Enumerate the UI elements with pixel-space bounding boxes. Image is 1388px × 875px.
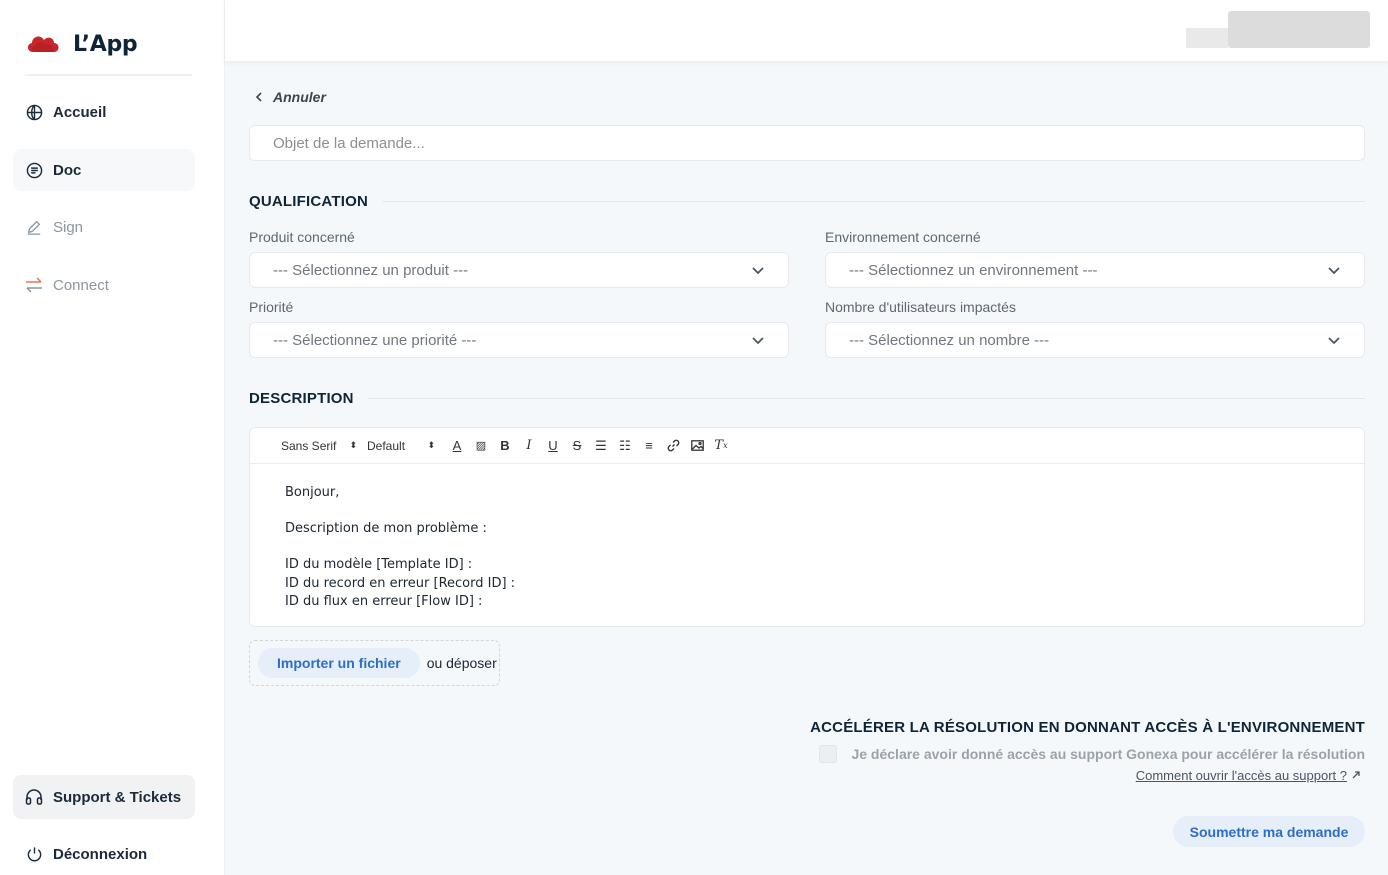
app-name: L’App [73,32,138,57]
sidebar-item-label: Accueil [53,103,107,121]
sidebar-item-doc[interactable]: Doc [13,149,195,191]
description-heading: DESCRIPTION [249,390,1365,407]
file-dropzone[interactable]: Importer un fichier ou déposer [249,640,500,686]
align-icon[interactable]: ≡ [637,436,661,456]
app-logo[interactable]: L’App [25,30,138,59]
font-size-select[interactable]: Default ⬍ [367,439,435,453]
sidebar-item-label: Sign [53,218,84,236]
editor-line: Description de mon problème : [285,521,487,537]
strikethrough-icon[interactable]: S [565,436,589,456]
sidebar-item-accueil[interactable]: Accueil [13,91,195,133]
environment-select[interactable]: --- Sélectionnez un environnement --- [825,252,1365,288]
sidebar: L’App Accueil Doc Sign Connect Support &… [0,0,225,875]
environment-select-value: --- Sélectionnez un environnement --- [849,261,1098,279]
editor-line: Bonjour, [285,485,340,500]
background-color-icon[interactable]: ▨ [469,436,493,456]
pen-icon [25,218,43,236]
section-divider [381,201,1365,202]
chevron-down-icon [1327,333,1341,347]
editor-line: ID du modèle [Template ID] : [285,557,473,573]
clear-format-icon[interactable]: Tx [709,436,733,456]
cancel-label: Annuler [273,89,326,105]
user-menu-redacted[interactable] [1228,11,1370,48]
sidebar-item-support[interactable]: Support & Tickets [13,775,195,819]
cancel-link[interactable]: Annuler [255,89,326,105]
priority-label: Priorité [249,299,294,315]
editor-line: ID du flux en erreur [Flow ID] : [285,593,483,609]
users-select-value: --- Sélectionnez un nombre --- [849,331,1050,349]
external-link-icon [1351,768,1361,783]
cloud-logo-icon [25,30,61,59]
doc-circle-icon [25,161,43,179]
access-checkbox-label: Je déclare avoir donné accès au support … [851,746,1365,762]
submit-button[interactable]: Soumettre ma demande [1173,816,1365,847]
access-checkbox[interactable] [819,745,838,763]
text-color-icon[interactable]: A [445,436,469,456]
sidebar-item-logout[interactable]: Déconnexion [13,833,195,875]
users-select[interactable]: --- Sélectionnez un nombre --- [825,322,1365,358]
product-label: Produit concerné [249,229,355,245]
italic-icon[interactable]: I [517,436,541,456]
priority-select-value: --- Sélectionnez une priorité --- [273,331,477,349]
subject-input[interactable]: Objet de la demande... [249,125,1365,161]
font-family-select[interactable]: Sans Serif ⬍ [281,439,357,453]
bullet-list-icon[interactable]: ☰ [589,436,613,456]
product-select[interactable]: --- Sélectionnez un produit --- [249,252,789,288]
font-family-value: Sans Serif [281,438,337,453]
editor-line: ID du record en erreur [Record ID] : [285,575,516,591]
section-title-text: QUALIFICATION [249,193,368,210]
section-divider [367,398,1365,399]
globe-icon [25,103,43,121]
section-title-text: DESCRIPTION [249,390,354,407]
users-label: Nombre d'utilisateurs impactés [825,299,1016,315]
sidebar-item-label: Support & Tickets [53,788,182,806]
chevron-down-icon [751,333,765,347]
image-icon[interactable] [685,436,709,456]
editor-content[interactable]: Bonjour, Description de mon problème : I… [250,464,1364,631]
sidebar-item-label: Connect [53,276,109,294]
logo-divider [25,74,192,76]
headset-icon [25,788,43,806]
priority-select[interactable]: --- Sélectionnez une priorité --- [249,322,789,358]
sidebar-item-sign[interactable]: Sign [13,206,195,248]
access-help-link-text: Comment ouvrir l'accès au support ? [1135,768,1347,783]
qualification-heading: QUALIFICATION [249,193,1365,210]
editor-line [285,538,1329,556]
environment-label: Environnement concerné [825,229,981,245]
product-select-value: --- Sélectionnez un produit --- [273,261,469,279]
font-size-value: Default [367,438,406,453]
link-icon[interactable] [661,436,685,456]
power-icon [25,845,43,863]
editor-toolbar: Sans Serif ⬍ Default ⬍ A ▨ B I U S ☰ ☷ ≡… [250,428,1364,464]
sort-arrows-icon: ⬍ [349,440,357,450]
sidebar-item-label: Déconnexion [53,845,148,863]
sidebar-item-label: Doc [53,161,82,179]
subject-placeholder: Objet de la demande... [273,134,425,152]
access-heading: ACCÉLÉRER LA RÉSOLUTION EN DONNANT ACCÈS… [810,719,1365,736]
arrows-exchange-icon [25,276,43,294]
top-bar [225,0,1388,61]
chevron-down-icon [751,263,765,277]
access-consent: Je déclare avoir donné accès au support … [819,745,1365,763]
underline-icon[interactable]: U [541,436,565,456]
import-file-button[interactable]: Importer un fichier [258,648,420,678]
access-help-link[interactable]: Comment ouvrir l'accès au support ? [1136,768,1361,783]
sort-arrows-icon: ⬍ [427,440,435,450]
rich-text-editor: Sans Serif ⬍ Default ⬍ A ▨ B I U S ☰ ☷ ≡… [249,427,1365,627]
bold-icon[interactable]: B [493,436,517,456]
editor-line [285,502,1329,520]
chevron-down-icon [1327,263,1341,277]
chevron-left-icon [255,89,263,105]
drop-label: ou déposer [426,655,497,671]
sidebar-item-connect[interactable]: Connect [13,264,195,306]
user-info-redacted [1186,28,1228,48]
ordered-list-icon[interactable]: ☷ [613,436,637,456]
